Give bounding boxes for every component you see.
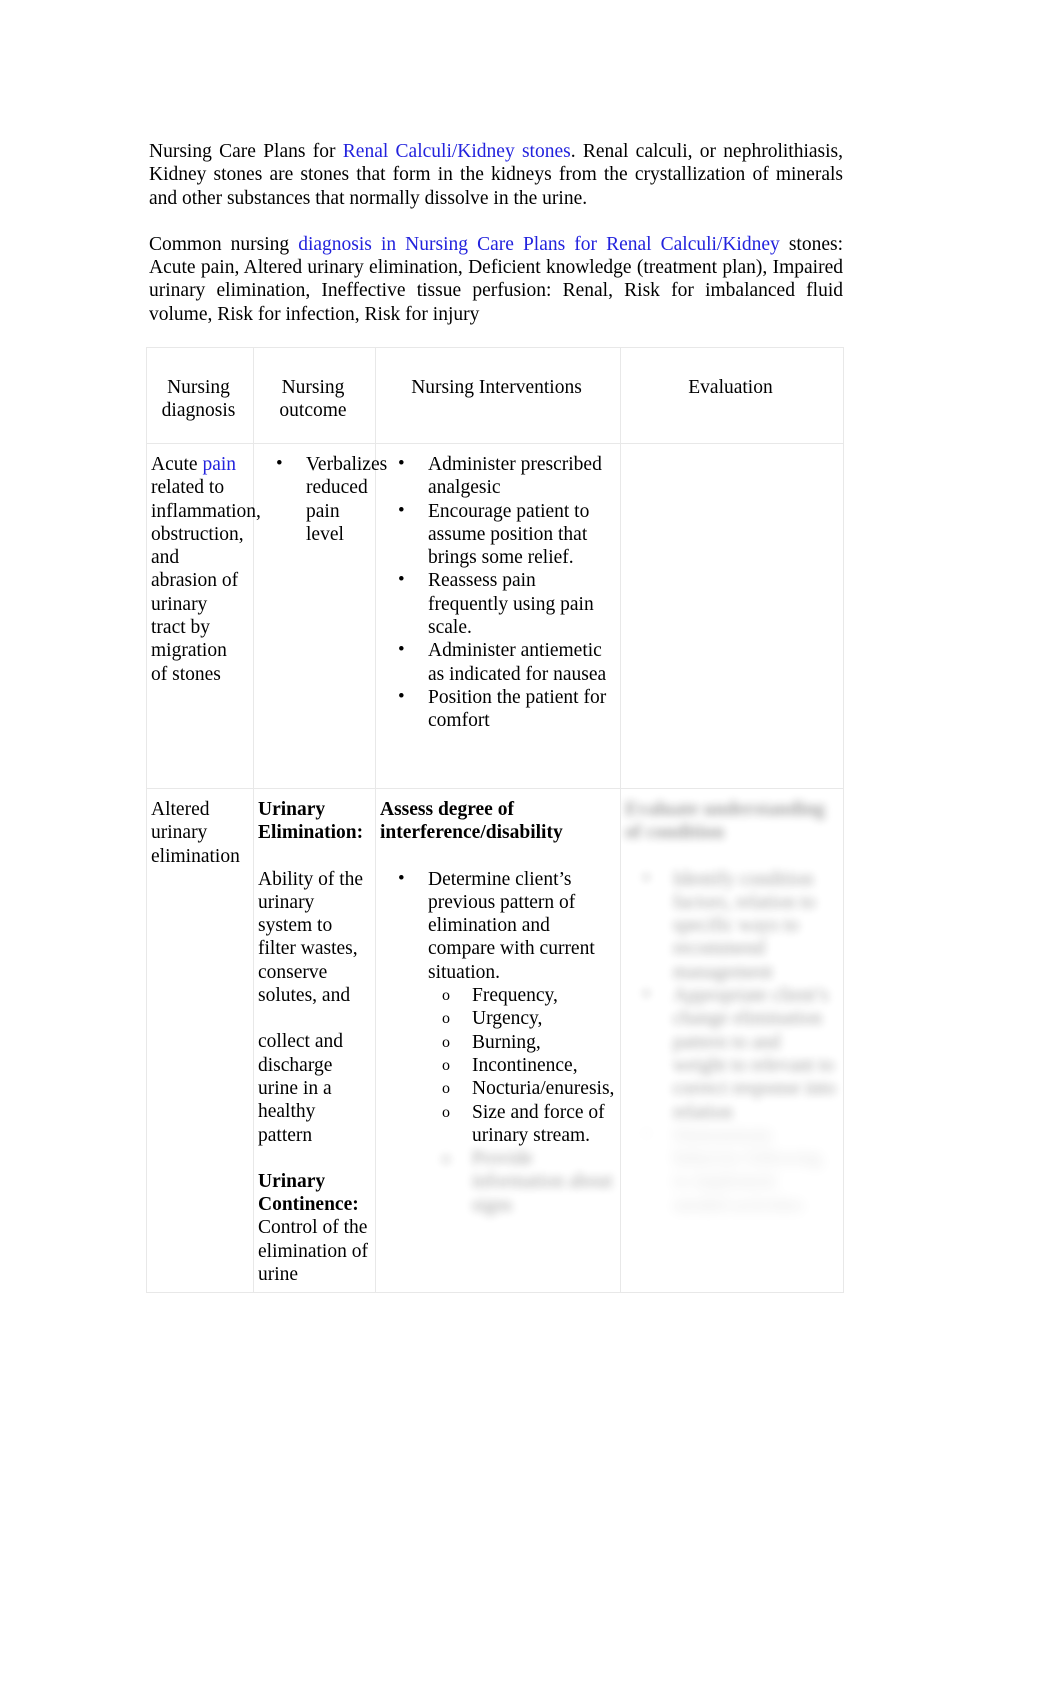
list-item: Verbalizes reduced pain level	[258, 452, 387, 546]
diagnosis-rest: related to inflammation, obstruction, an…	[151, 477, 261, 685]
interventions-fade-overlay	[376, 1266, 620, 1292]
diagnosis-lead: Acute	[151, 454, 203, 475]
list-item-obscured: Provide information about signs	[380, 1147, 613, 1217]
list-item: Nocturia/enuresis,	[380, 1077, 614, 1101]
intro-lead-text: Nursing Care Plans for	[149, 141, 343, 162]
cell-outcome-altered-urinary: Urinary Elimination: Ability of the urin…	[253, 787, 376, 1294]
outcome-body-urinary-continence: Control of the elimination of urine	[258, 1217, 368, 1286]
cell-evaluation-acute-pain	[620, 443, 844, 789]
outcome-gap-3	[258, 1147, 368, 1170]
evaluation-text-empty	[621, 444, 843, 459]
list-item: Urgency,	[380, 1007, 613, 1031]
diagnosis-link-pain[interactable]: pain	[202, 454, 236, 475]
header-diagnosis-label: Nursing diagnosis	[161, 377, 236, 422]
evaluation-gap-1	[625, 845, 836, 868]
list-item: Frequency,	[380, 984, 613, 1008]
document-page: Nursing Care Plans for Renal Calculi/Kid…	[0, 0, 1062, 1686]
outcome-body-urinary-elimination-b: collect and discharge urine in a healthy…	[258, 1031, 343, 1146]
table-row-acute-pain: Acute pain related to inflammation, obst…	[146, 443, 844, 789]
evaluation-content-altered-urinary: Evaluate understanding of condition Iden…	[622, 790, 843, 1224]
header-cell-interventions: Nursing Interventions	[375, 347, 621, 444]
header-cell-outcome: Nursing outcome	[253, 347, 376, 444]
list-item: Reassess pain frequently using pain scal…	[380, 568, 613, 639]
interventions-gap-1	[380, 845, 613, 868]
list-item: Administer prescribed analgesic	[380, 452, 613, 500]
cell-evaluation-altered-urinary: Evaluate understanding of condition Iden…	[620, 787, 844, 1294]
outcome-list: Verbalizes reduced pain level	[258, 452, 387, 546]
evaluation-list-obscured: Identify condition factors, relation to …	[625, 867, 836, 1217]
care-plan-table: Nursing diagnosis Nursing outcome Nursin…	[146, 347, 844, 1294]
list-item: Determine client’s previous pattern of e…	[380, 867, 613, 984]
intro-paragraph: Nursing Care Plans for Renal Calculi/Kid…	[149, 140, 843, 210]
second-link-diagnosis[interactable]: diagnosis in Nursing Care Plans for Rena…	[298, 234, 780, 255]
interventions-sublist: Frequency, Urgency, Burning, Incontinenc…	[380, 984, 614, 1217]
interventions-list-wrap: Administer prescribed analgesic Encourag…	[376, 444, 620, 739]
second-lead-text: Common nursing	[149, 233, 299, 255]
table-header-row: Nursing diagnosis Nursing outcome Nursin…	[146, 347, 844, 444]
outcome-body-urinary-elimination-a: Ability of the urinary system to filter …	[258, 868, 364, 1007]
list-item: Position the patient for comfort	[380, 685, 613, 733]
list-item: Encourage patient to assume position tha…	[380, 499, 613, 570]
list-item: Size and force of urinary stream.	[380, 1101, 613, 1148]
interventions-content-altered-urinary: Assess degree of interference/disability…	[377, 790, 620, 1224]
outcome-heading-urinary-continence: Urinary Continence:	[258, 1170, 359, 1216]
cell-diagnosis-altered-urinary: Altered urinary elimination	[146, 787, 254, 1294]
list-item: Administer antiemetic as indicated for n…	[380, 638, 613, 686]
document-body: Nursing Care Plans for Renal Calculi/Kid…	[149, 140, 843, 326]
outcome-heading-urinary-elimination: Urinary Elimination:	[258, 799, 364, 844]
list-item: Identify condition factors, relation to …	[625, 867, 836, 984]
diagnosis-text-altered-urinary: Altered urinary elimination	[151, 799, 240, 867]
cell-outcome-acute-pain: Verbalizes reduced pain level	[253, 443, 387, 789]
second-paragraph: Common nursing diagnosis in Nursing Care…	[149, 233, 843, 326]
outcome-content-altered-urinary: Urinary Elimination: Ability of the urin…	[254, 789, 375, 1292]
diagnosis-text-acute-pain: Acute pain related to inflammation, obst…	[147, 444, 261, 692]
table-row-altered-urinary-elimination: Altered urinary elimination Urinary Elim…	[146, 787, 844, 1294]
cell-interventions-altered-urinary: Assess degree of interference/disability…	[375, 787, 621, 1294]
outcome-list-wrap: Verbalizes reduced pain level	[254, 444, 387, 552]
outcome-gap-1	[258, 845, 368, 868]
header-outcome-label: Nursing outcome	[279, 377, 347, 422]
list-item: Burning,	[380, 1031, 613, 1055]
interventions-list: Determine client’s previous pattern of e…	[380, 867, 613, 984]
list-item: Incontinence,	[380, 1054, 613, 1078]
header-interventions-label: Nursing Interventions	[411, 377, 582, 398]
interventions-list: Administer prescribed analgesic Encourag…	[380, 452, 613, 733]
list-item: Appropriate client’s change elimination …	[625, 983, 836, 1124]
evaluation-heading-obscured: Evaluate understanding of condition	[625, 799, 825, 844]
outcome-gap-2	[258, 1007, 368, 1030]
header-evaluation-label: Evaluation	[688, 377, 773, 398]
evaluation-fade-overlay	[621, 1266, 843, 1292]
cell-diagnosis-acute-pain: Acute pain related to inflammation, obst…	[146, 443, 261, 789]
cell-interventions-acute-pain: Administer prescribed analgesic Encourag…	[375, 443, 621, 789]
interventions-heading-assess-degree: Assess degree of interference/disability	[380, 799, 563, 844]
list-item: Demonstrate behavior following to implem…	[625, 1123, 836, 1217]
header-cell-diagnosis: Nursing diagnosis	[146, 347, 254, 444]
intro-link-renal-calculi[interactable]: Renal Calculi/Kidney stones	[343, 141, 571, 162]
header-cell-evaluation: Evaluation	[620, 347, 844, 444]
